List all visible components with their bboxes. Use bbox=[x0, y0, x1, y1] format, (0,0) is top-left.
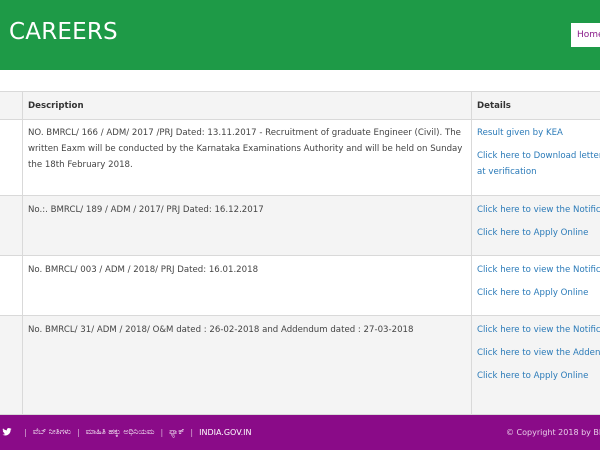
column-header-details-label: Details bbox=[477, 101, 511, 111]
row-details: Click here to view the Notification Clic… bbox=[472, 196, 600, 255]
view-addendum-link[interactable]: Click here to view the Addendum E bbox=[477, 345, 600, 361]
row-details: Click here to view the Notification Clic… bbox=[472, 256, 600, 315]
row-index-cell bbox=[0, 316, 23, 414]
page: CAREERS Home Description Details NO. BMR… bbox=[0, 0, 600, 450]
apply-online-link[interactable]: Click here to Apply Online bbox=[477, 285, 600, 301]
view-notification-link[interactable]: Click here to view the Notification bbox=[477, 322, 600, 338]
column-header-description: Description bbox=[23, 92, 472, 119]
table-row: No. BMRCL/ 003 / ADM / 2018/ PRJ Dated: … bbox=[0, 255, 600, 315]
table-row: No. BMRCL/ 31/ ADM / 2018/ O&M dated : 2… bbox=[0, 315, 600, 415]
row-description: No. BMRCL/ 31/ ADM / 2018/ O&M dated : 2… bbox=[23, 316, 472, 414]
view-notification-link[interactable]: Click here to view the Notification bbox=[477, 262, 600, 278]
row-index-cell bbox=[0, 196, 23, 255]
row-description: No. BMRCL/ 003 / ADM / 2018/ PRJ Dated: … bbox=[23, 256, 472, 315]
footer-separator: | bbox=[76, 427, 80, 437]
row-index-cell bbox=[0, 256, 23, 315]
home-button[interactable]: Home bbox=[571, 23, 600, 47]
table-row: NO. BMRCL/ 166 / ADM/ 2017 /PRJ Dated: 1… bbox=[0, 119, 600, 195]
content-spacer bbox=[0, 70, 600, 91]
table-row: No.:. BMRCL/ 189 / ADM / 2017/ PRJ Dated… bbox=[0, 195, 600, 255]
footer-link-rti[interactable]: ಮಾಹಿತಿ ಹಕ್ಕು ಅಧಿನಿಯಮ bbox=[86, 427, 155, 437]
copyright-text: © Copyright 2018 by BMRCL, B bbox=[506, 428, 600, 437]
table-header-cell-index bbox=[0, 92, 23, 119]
row-description: NO. BMRCL/ 166 / ADM/ 2017 /PRJ Dated: 1… bbox=[23, 120, 472, 195]
footer-link-faq[interactable]: ಫ್ಯಾಕ್ bbox=[169, 427, 184, 437]
footer-bar: | ವೆಬ್ ನೀತಿಗಳು | ಮಾಹಿತಿ ಹಕ್ಕು ಅಧಿನಿಯಮ | … bbox=[0, 415, 600, 450]
twitter-icon[interactable] bbox=[2, 427, 12, 437]
result-link[interactable]: Result given by KEA bbox=[477, 125, 600, 141]
footer-separator: | bbox=[160, 427, 164, 437]
footer-link-web-policies[interactable]: ವೆಬ್ ನೀತಿಗಳು bbox=[33, 427, 71, 437]
header-bar: CAREERS Home bbox=[0, 0, 600, 70]
view-notification-link[interactable]: Click here to view the Notification bbox=[477, 202, 600, 218]
footer-links: | ವೆಬ್ ನೀತಿಗಳು | ಮಾಹಿತಿ ಹಕ್ಕು ಅಧಿನಿಯಮ | … bbox=[2, 427, 252, 437]
table-header-row: Description Details bbox=[0, 91, 600, 119]
row-details: Result given by KEA Click here to Downlo… bbox=[472, 120, 600, 195]
column-header-details: Details bbox=[472, 92, 600, 119]
row-description: No.:. BMRCL/ 189 / ADM / 2017/ PRJ Dated… bbox=[23, 196, 472, 255]
row-details: Click here to view the Notification Clic… bbox=[472, 316, 600, 414]
download-letter-link[interactable]: Click here to Download letter to at veri… bbox=[477, 148, 600, 180]
footer-separator: | bbox=[24, 427, 27, 437]
footer-link-india-gov[interactable]: INDIA.GOV.IN bbox=[199, 428, 251, 437]
careers-table: Description Details NO. BMRCL/ 166 / ADM… bbox=[0, 91, 600, 415]
page-title: CAREERS bbox=[9, 19, 118, 45]
column-header-description-label: Description bbox=[28, 101, 84, 111]
apply-online-link[interactable]: Click here to Apply Online bbox=[477, 225, 600, 241]
row-index-cell bbox=[0, 120, 23, 195]
footer-separator: | bbox=[190, 427, 194, 437]
apply-online-link[interactable]: Click here to Apply Online bbox=[477, 368, 600, 384]
